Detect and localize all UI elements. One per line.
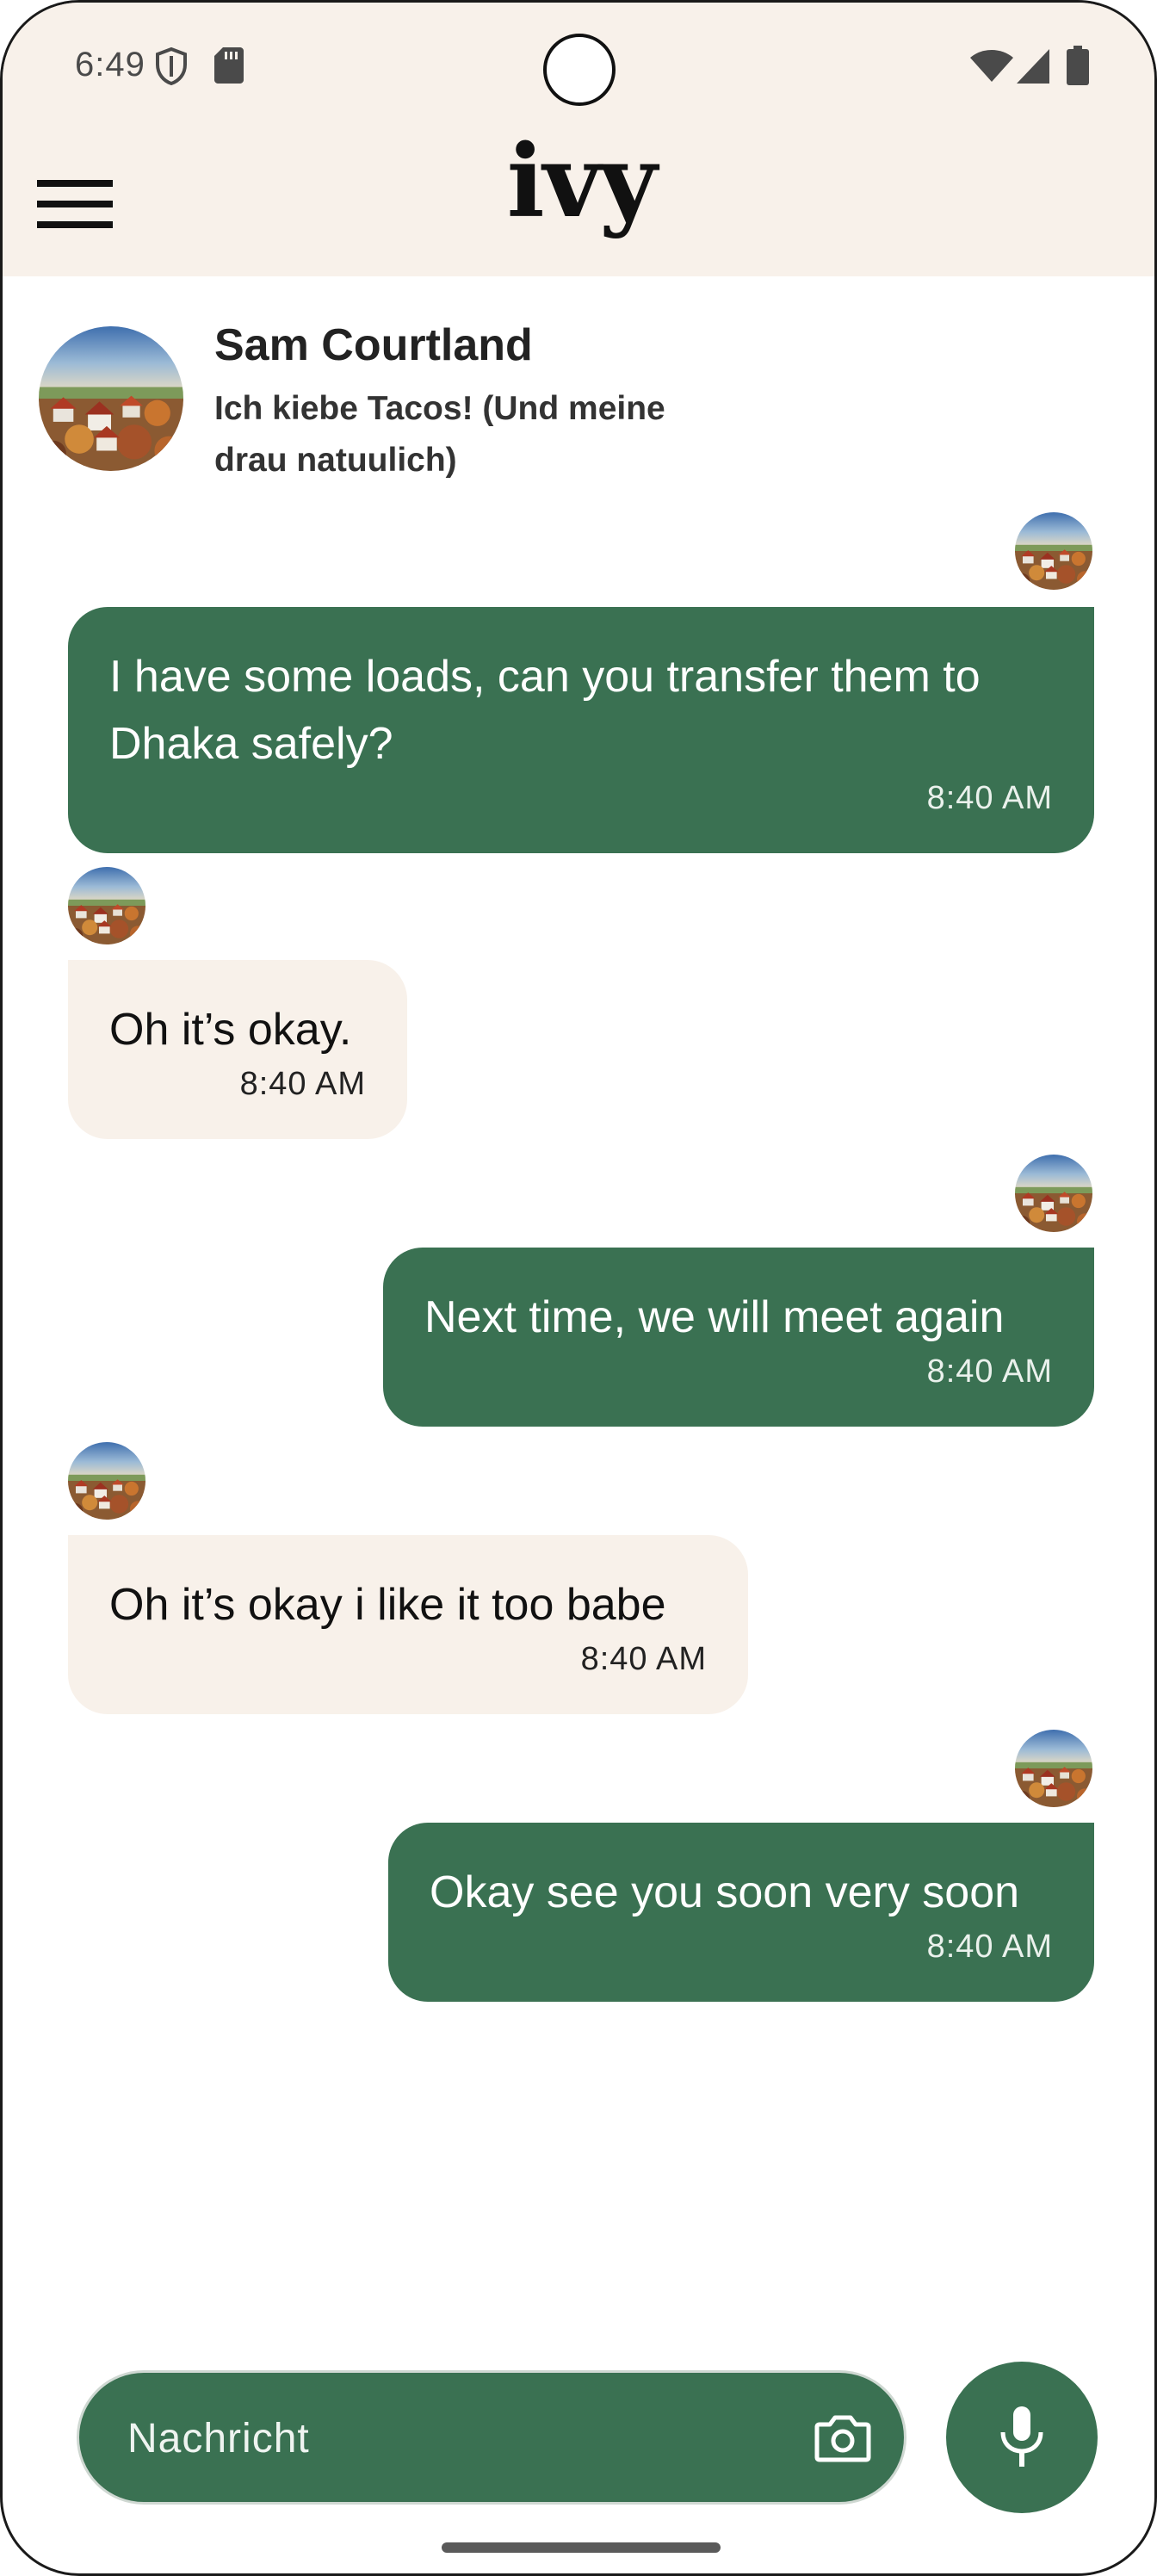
microphone-button[interactable] [946, 2362, 1098, 2513]
home-indicator[interactable] [442, 2542, 721, 2553]
avatar [1015, 512, 1092, 590]
message-bubble-incoming[interactable]: Oh it’s okay i like it too babe 8:40 AM [68, 1535, 748, 1714]
message-bubble-outgoing[interactable]: Okay see you soon very soon 8:40 AM [388, 1823, 1094, 2002]
message-composer [77, 2370, 906, 2505]
signal-icon [1017, 49, 1049, 84]
message-bubble-outgoing[interactable]: Next time, we will meet again 8:40 AM [383, 1248, 1094, 1427]
shield-icon [156, 47, 187, 85]
message-time: 8:40 AM [926, 1353, 1053, 1390]
avatar [68, 867, 145, 944]
message-time: 8:40 AM [239, 1066, 366, 1102]
message-text: I have some loads, can you transfer them… [109, 652, 981, 769]
app-logo: ivy [506, 123, 658, 240]
message-time: 8:40 AM [926, 1929, 1053, 1965]
message-text: Oh it’s okay. [109, 1005, 352, 1055]
avatar [1015, 1155, 1092, 1232]
status-time: 6:49 [75, 46, 145, 84]
phone-screen: 6:49 ivy Sam Courtland Ich kiebe Tacos! … [0, 0, 1157, 2576]
sd-card-icon [214, 47, 244, 84]
top-app-bar: 6:49 ivy [3, 3, 1154, 276]
message-bubble-outgoing[interactable]: I have some loads, can you transfer them… [68, 607, 1094, 853]
contact-avatar[interactable] [39, 326, 183, 471]
message-text: Next time, we will meet again [424, 1292, 1005, 1342]
message-time: 8:40 AM [580, 1641, 707, 1677]
message-text: Okay see you soon very soon [430, 1867, 1020, 1917]
message-input[interactable] [126, 2373, 801, 2504]
microphone-icon [1000, 2406, 1043, 2467]
camera-icon[interactable] [814, 2409, 871, 2466]
message-time: 8:40 AM [926, 780, 1053, 816]
avatar [1015, 1730, 1092, 1807]
battery-icon [1067, 46, 1089, 85]
message-text: Oh it’s okay i like it too babe [109, 1580, 666, 1630]
contact-name[interactable]: Sam Courtland [214, 319, 533, 371]
message-bubble-incoming[interactable]: Oh it’s okay. 8:40 AM [68, 960, 407, 1139]
wifi-icon [970, 50, 1013, 82]
front-camera [543, 34, 616, 106]
contact-status: Ich kiebe Tacos! (Und meine drau natuuli… [214, 390, 665, 479]
avatar [68, 1442, 145, 1520]
